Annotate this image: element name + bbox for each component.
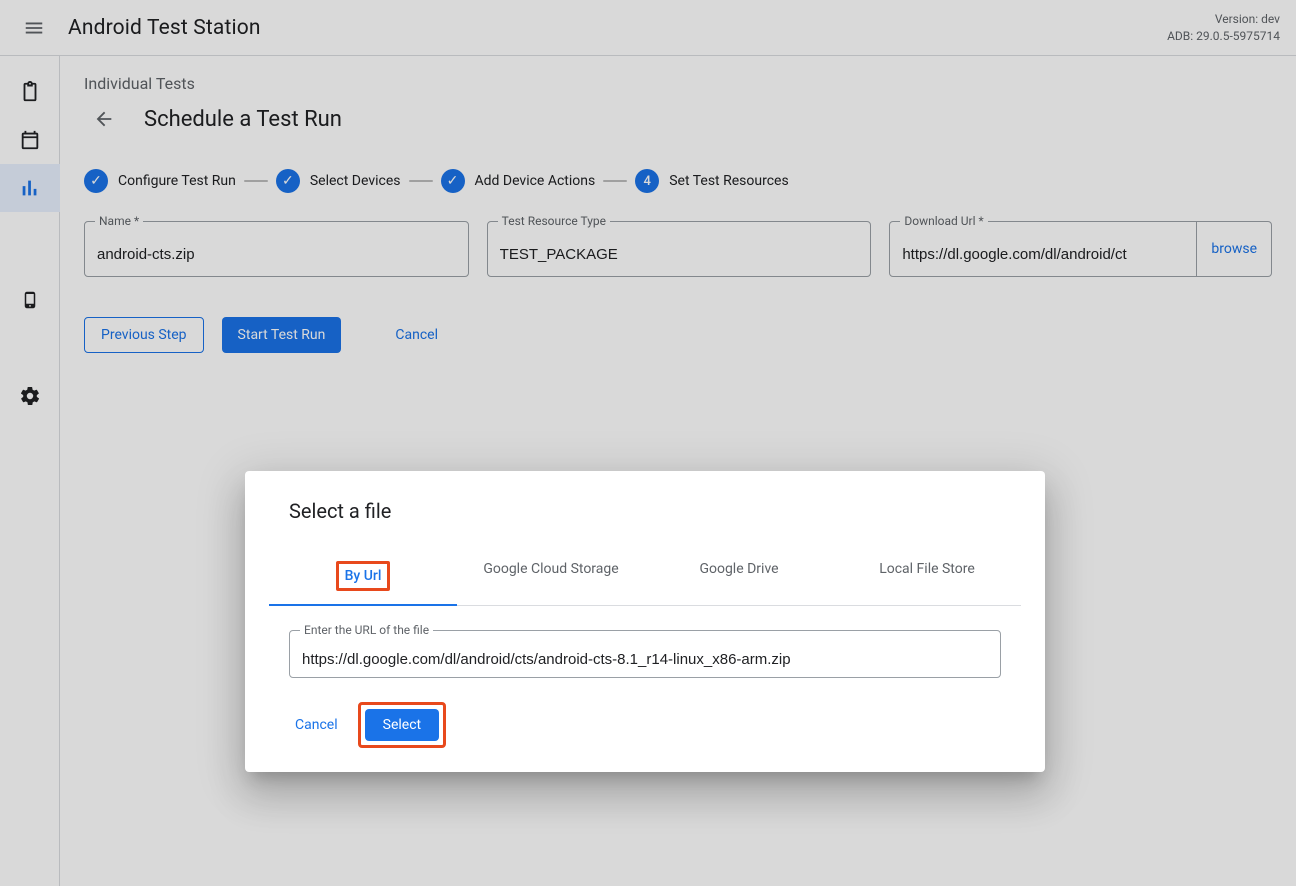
tab-label: Google Cloud Storage bbox=[483, 561, 618, 577]
tab-label: Local File Store bbox=[879, 561, 975, 577]
tab-label-highlighted: By Url bbox=[336, 561, 391, 591]
url-input[interactable] bbox=[290, 631, 1000, 677]
tab-drive[interactable]: Google Drive bbox=[645, 547, 833, 605]
tab-gcs[interactable]: Google Cloud Storage bbox=[457, 547, 645, 605]
dialog-tabs: By Url Google Cloud Storage Google Drive… bbox=[269, 547, 1021, 606]
dialog-select-button[interactable]: Select bbox=[365, 709, 439, 741]
dialog-cancel-button[interactable]: Cancel bbox=[289, 709, 344, 741]
select-button-highlight: Select bbox=[358, 702, 446, 748]
dialog-title: Select a file bbox=[289, 499, 1021, 523]
tab-local[interactable]: Local File Store bbox=[833, 547, 1021, 605]
field-label: Enter the URL of the file bbox=[300, 623, 433, 637]
tab-label: Google Drive bbox=[699, 561, 778, 577]
url-input-field[interactable]: Enter the URL of the file bbox=[289, 630, 1001, 678]
select-file-dialog: Select a file By Url Google Cloud Storag… bbox=[245, 471, 1045, 772]
tab-by-url[interactable]: By Url bbox=[269, 547, 457, 605]
tab-indicator bbox=[269, 604, 457, 606]
dialog-actions: Cancel Select bbox=[289, 702, 1021, 748]
